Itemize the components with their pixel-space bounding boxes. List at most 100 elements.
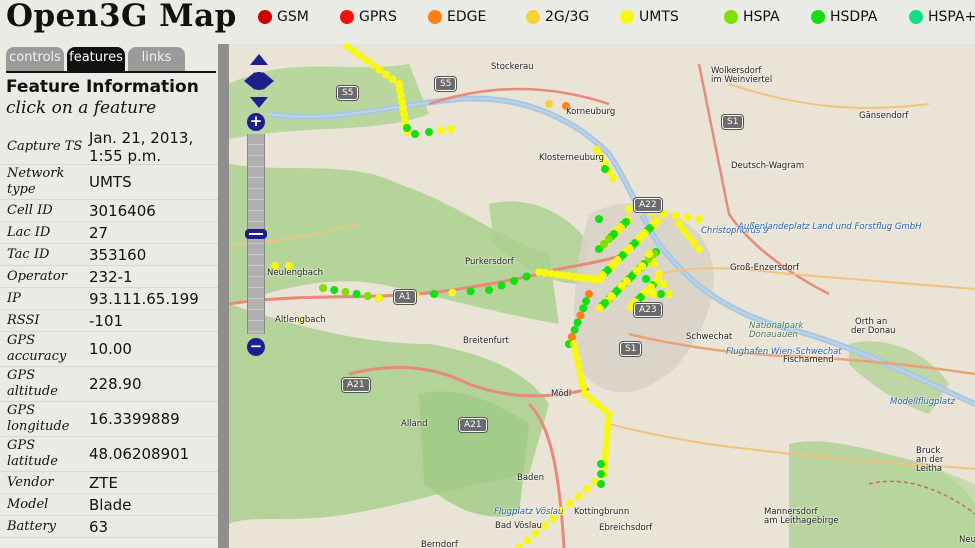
- measurement-point[interactable]: [624, 246, 632, 254]
- measurement-point[interactable]: [690, 238, 698, 247]
- measurement-point[interactable]: [437, 126, 445, 134]
- measurement-point[interactable]: [576, 368, 585, 377]
- measurement-point[interactable]: [655, 270, 663, 278]
- measurement-point[interactable]: [647, 283, 655, 291]
- measurement-point[interactable]: [579, 382, 588, 391]
- legend-item: UMTS: [620, 7, 679, 27]
- measurement-point[interactable]: [680, 226, 688, 235]
- measurement-point[interactable]: [597, 460, 605, 468]
- measurement-point[interactable]: [675, 220, 683, 228]
- measurement-point[interactable]: [695, 215, 703, 223]
- map-view[interactable]: Stockerau Wolkersdorf im Weinviertel Korneu…: [229, 44, 975, 548]
- zoom-out-button[interactable]: −: [247, 338, 265, 356]
- measurement-point[interactable]: [497, 281, 506, 290]
- measurement-point[interactable]: [571, 347, 580, 356]
- measurement-point[interactable]: [671, 211, 680, 220]
- measurement-point[interactable]: [604, 417, 613, 426]
- property-row: Operator 232-1: [0, 266, 218, 288]
- measurement-point[interactable]: [466, 287, 475, 296]
- measurement-point[interactable]: [651, 219, 659, 227]
- measurement-point[interactable]: [523, 536, 532, 545]
- zoom-in-button[interactable]: +: [247, 113, 265, 131]
- measurement-point[interactable]: [570, 340, 578, 348]
- measurement-point[interactable]: [349, 46, 358, 55]
- measurement-point[interactable]: [665, 290, 673, 298]
- measurement-point[interactable]: [382, 70, 390, 79]
- measurement-point[interactable]: [356, 51, 364, 60]
- measurement-point[interactable]: [610, 230, 618, 238]
- measurement-point[interactable]: [625, 205, 633, 213]
- tab-underline: [6, 71, 216, 73]
- measurement-point[interactable]: [597, 480, 605, 488]
- measurement-point[interactable]: [622, 218, 630, 226]
- measurement-point[interactable]: [341, 288, 350, 296]
- measurement-point[interactable]: [585, 290, 593, 298]
- measurement-point[interactable]: [566, 499, 574, 508]
- measurement-point[interactable]: [685, 232, 693, 241]
- measurement-point[interactable]: [573, 318, 582, 327]
- measurement-point[interactable]: [597, 470, 605, 478]
- measurement-point[interactable]: [362, 56, 371, 65]
- property-row: Model Blade: [0, 494, 218, 516]
- measurement-point[interactable]: [650, 260, 658, 268]
- measurement-point[interactable]: [330, 286, 339, 294]
- measurement-point[interactable]: [574, 361, 583, 370]
- measurement-point[interactable]: [601, 165, 609, 173]
- measurement-point[interactable]: [363, 292, 372, 300]
- measurement-point[interactable]: [650, 290, 658, 298]
- measurement-point[interactable]: [388, 75, 397, 84]
- measurement-point[interactable]: [601, 447, 610, 456]
- pan-arrows-icon[interactable]: [244, 54, 274, 108]
- zoom-slider-handle[interactable]: [245, 229, 267, 239]
- measurement-point[interactable]: [660, 210, 668, 218]
- measurement-point[interactable]: [579, 304, 588, 313]
- measurement-point[interactable]: [343, 44, 351, 50]
- measurement-point[interactable]: [411, 130, 419, 138]
- measurement-point[interactable]: [577, 375, 586, 384]
- measurement-point[interactable]: [583, 484, 591, 493]
- measurement-point[interactable]: [522, 272, 531, 281]
- measurement-point[interactable]: [375, 294, 383, 302]
- tab-controls[interactable]: controls: [6, 47, 64, 71]
- sidebar-splitter[interactable]: [218, 44, 229, 548]
- measurement-point[interactable]: [403, 124, 411, 132]
- measurement-point[interactable]: [603, 425, 612, 433]
- measurement-point[interactable]: [660, 280, 668, 288]
- measurement-point[interactable]: [375, 65, 384, 74]
- measurement-point[interactable]: [603, 432, 612, 441]
- measurement-point[interactable]: [447, 125, 455, 133]
- measurement-point[interactable]: [602, 440, 611, 448]
- measurement-point[interactable]: [567, 332, 576, 341]
- measurement-point[interactable]: [510, 277, 518, 285]
- property-row: GPS latitude 48.06208901: [0, 437, 218, 472]
- measurement-point[interactable]: [425, 128, 433, 136]
- measurement-point[interactable]: [430, 290, 438, 298]
- measurement-point[interactable]: [683, 213, 692, 222]
- measurement-point[interactable]: [515, 544, 523, 548]
- zoom-control[interactable]: + −: [244, 54, 274, 359]
- measurement-point[interactable]: [576, 311, 585, 320]
- measurement-point[interactable]: [448, 288, 457, 297]
- measurement-point[interactable]: [574, 492, 583, 501]
- measurement-point[interactable]: [695, 245, 703, 253]
- map-place-label: Schwechat: [686, 332, 733, 342]
- measurement-point[interactable]: [645, 250, 653, 258]
- measurement-point[interactable]: [657, 290, 665, 298]
- legend-dot-icon: [428, 10, 442, 24]
- measurement-point[interactable]: [601, 299, 609, 307]
- measurement-point[interactable]: [582, 297, 591, 306]
- measurement-point[interactable]: [573, 354, 582, 363]
- measurement-point[interactable]: [570, 325, 579, 334]
- measurement-point[interactable]: [609, 174, 617, 182]
- measurement-point[interactable]: [485, 286, 493, 294]
- measurement-point[interactable]: [638, 262, 646, 270]
- measurement-point[interactable]: [545, 100, 553, 108]
- measurement-point[interactable]: [369, 61, 377, 69]
- measurement-point[interactable]: [319, 284, 327, 292]
- tab-links[interactable]: links: [128, 47, 185, 71]
- measurement-point[interactable]: [352, 290, 361, 298]
- measurement-point[interactable]: [605, 410, 613, 418]
- tab-features[interactable]: features: [67, 47, 125, 71]
- measurement-point[interactable]: [642, 275, 650, 283]
- measurement-point[interactable]: [595, 215, 603, 223]
